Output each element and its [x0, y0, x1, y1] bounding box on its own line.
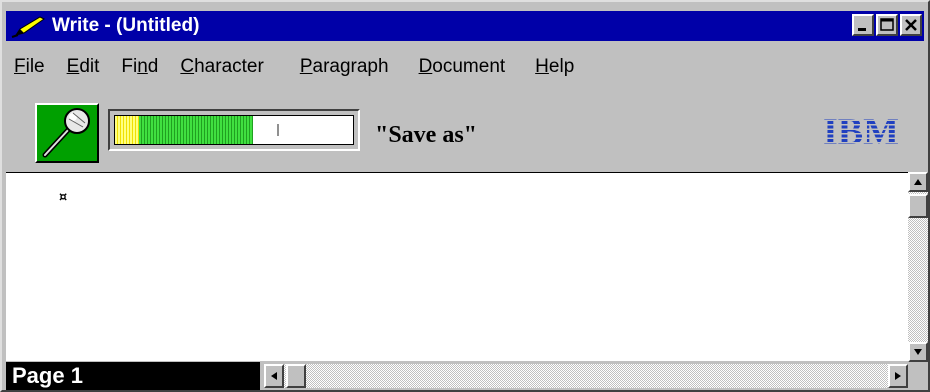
menu-character[interactable]: Character [180, 56, 263, 86]
menu-document[interactable]: Document [419, 56, 506, 86]
scroll-right-button[interactable] [888, 364, 908, 388]
menu-find[interactable]: Find [121, 56, 158, 86]
audio-level-meter [108, 109, 360, 151]
end-of-document-mark: ¤ [58, 187, 68, 206]
arrow-right-icon [895, 372, 901, 380]
microphone-button[interactable] [35, 103, 99, 163]
level-meter-yellow [115, 116, 139, 144]
horizontal-scroll-thumb[interactable] [286, 364, 306, 388]
level-meter-peak [276, 124, 279, 136]
maximize-button[interactable] [876, 14, 898, 36]
minimize-button[interactable] [852, 14, 874, 36]
menu-bar: File Edit Find Character Paragraph Docum… [14, 56, 596, 86]
status-message: "Save as" [375, 122, 477, 148]
menu-edit[interactable]: Edit [67, 56, 100, 86]
page-indicator: Page 1 [6, 362, 260, 390]
status-bar: Page 1 [6, 362, 928, 390]
horizontal-scrollbar[interactable] [264, 364, 908, 388]
minimize-icon [858, 28, 866, 31]
close-icon [905, 19, 917, 31]
window-title: Write - (Untitled) [52, 15, 200, 36]
write-window: Write - (Untitled) File Edit Find Charac… [0, 0, 930, 392]
arrow-down-icon [914, 349, 922, 355]
menu-help[interactable]: Help [535, 56, 574, 86]
close-button[interactable] [900, 14, 922, 36]
maximize-icon [880, 18, 894, 31]
vertical-scroll-thumb[interactable] [908, 194, 928, 218]
document-area[interactable]: ¤ [6, 172, 908, 361]
window-controls [852, 14, 922, 36]
scroll-up-button[interactable] [908, 172, 928, 192]
vertical-scrollbar[interactable] [908, 172, 928, 362]
level-meter-fill [139, 116, 254, 144]
menu-file[interactable]: File [14, 56, 45, 86]
arrow-left-icon [271, 372, 277, 380]
pen-icon[interactable] [10, 11, 50, 41]
microphone-icon [42, 108, 90, 158]
scroll-left-button[interactable] [264, 364, 284, 388]
title-bar[interactable]: Write - (Untitled) [6, 11, 924, 41]
ibm-logo: IBM [823, 112, 899, 148]
scroll-down-button[interactable] [908, 342, 928, 362]
menu-paragraph[interactable]: Paragraph [300, 56, 389, 86]
ibm-logo-text: IBM [823, 112, 899, 148]
arrow-up-icon [914, 179, 922, 185]
level-meter-track [114, 115, 354, 145]
